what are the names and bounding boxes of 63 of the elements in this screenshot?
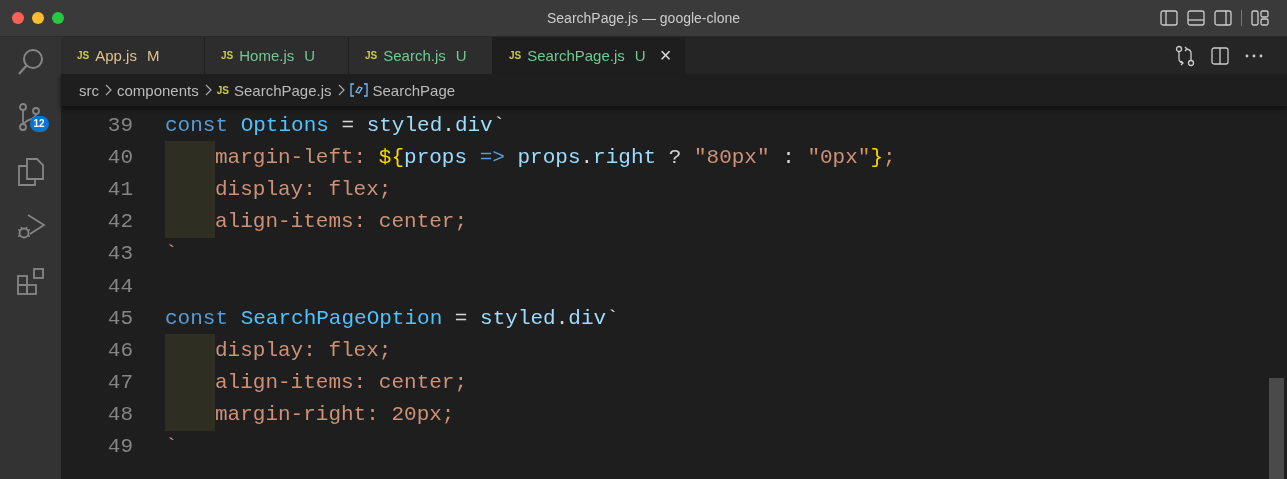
scrollbar-thumb[interactable] bbox=[1269, 378, 1284, 479]
changes-count-badge: 12 bbox=[29, 116, 49, 132]
close-window-button[interactable] bbox=[12, 12, 24, 24]
javascript-file-icon: JS bbox=[216, 84, 229, 96]
file-status: M bbox=[146, 47, 160, 64]
code-line: display: flex; bbox=[215, 177, 392, 201]
symbol-icon bbox=[349, 83, 368, 97]
javascript-file-icon: JS bbox=[77, 50, 90, 61]
code-line: display: flex; bbox=[215, 338, 392, 362]
line-number: 44 bbox=[106, 274, 133, 298]
line-number: 45 bbox=[106, 306, 133, 330]
extensions-icon[interactable] bbox=[15, 267, 46, 297]
tab-label: SearchPage.js bbox=[527, 47, 625, 64]
code-line: ` bbox=[165, 242, 178, 266]
line-number: 40 bbox=[106, 145, 133, 169]
breadcrumb-item[interactable]: SearchPage bbox=[372, 81, 456, 99]
javascript-file-icon: JS bbox=[509, 50, 522, 61]
editor-tab[interactable]: JS Search.js U bbox=[349, 37, 493, 74]
chevron-icon bbox=[336, 84, 345, 96]
editor-tab[interactable]: JS SearchPage.js U × bbox=[493, 37, 685, 74]
secondary-sidebar-toggle-icon[interactable] bbox=[1214, 10, 1232, 26]
line-number: 49 bbox=[106, 435, 133, 459]
code-line: margin-left: ${props => props.right ? "80px" : "0px"}; bbox=[215, 145, 896, 169]
file-status: U bbox=[455, 47, 467, 64]
code-line: align-items: center; bbox=[215, 371, 468, 395]
compare-changes-icon[interactable] bbox=[1175, 44, 1195, 67]
file-status: U bbox=[304, 47, 316, 64]
files-icon[interactable] bbox=[16, 157, 45, 187]
editor-tab[interactable]: JS Home.js U bbox=[205, 37, 349, 74]
tab-label: Home.js bbox=[239, 47, 295, 64]
panel-toggle-icon[interactable] bbox=[1187, 10, 1205, 26]
minimize-window-button[interactable] bbox=[32, 12, 44, 24]
breadcrumb-item[interactable]: components bbox=[117, 81, 199, 99]
code-line: const Options = styled.div` bbox=[165, 113, 506, 137]
line-number: 41 bbox=[106, 177, 133, 201]
line-number: 46 bbox=[106, 338, 133, 362]
line-number: 48 bbox=[106, 403, 133, 427]
chevron-icon bbox=[104, 84, 112, 96]
line-number: 47 bbox=[106, 371, 133, 395]
layout-icon[interactable] bbox=[1251, 10, 1269, 26]
tab-label: App.js bbox=[95, 47, 137, 64]
breadcrumb-item[interactable]: src bbox=[79, 81, 99, 99]
line-number: 42 bbox=[106, 210, 133, 234]
javascript-file-icon: JS bbox=[365, 50, 378, 61]
code-line: margin-right: 20px; bbox=[215, 403, 455, 427]
breadcrumb-item[interactable]: SearchPage.js bbox=[233, 81, 332, 99]
chevron-icon bbox=[203, 84, 212, 96]
code-line: ` bbox=[165, 435, 178, 459]
file-status: U bbox=[634, 47, 646, 64]
line-number: 39 bbox=[106, 113, 133, 137]
code-line: align-items: center; bbox=[215, 210, 468, 234]
zoom-window-button[interactable] bbox=[52, 12, 64, 24]
javascript-file-icon: JS bbox=[221, 50, 234, 61]
editor-tab[interactable]: JS App.js M bbox=[61, 37, 205, 74]
window-title: SearchPage.js — google-clone bbox=[547, 10, 740, 26]
search-icon[interactable] bbox=[15, 47, 46, 77]
line-number: 43 bbox=[106, 242, 133, 266]
split-editor-icon[interactable] bbox=[1211, 46, 1229, 65]
more-actions-icon[interactable] bbox=[1245, 53, 1263, 58]
close-tab-button[interactable]: × bbox=[659, 44, 672, 67]
code-line: const SearchPageOption = styled.div` bbox=[165, 306, 619, 330]
sidebar-toggle-icon[interactable] bbox=[1160, 10, 1178, 26]
tab-label: Search.js bbox=[383, 47, 446, 64]
